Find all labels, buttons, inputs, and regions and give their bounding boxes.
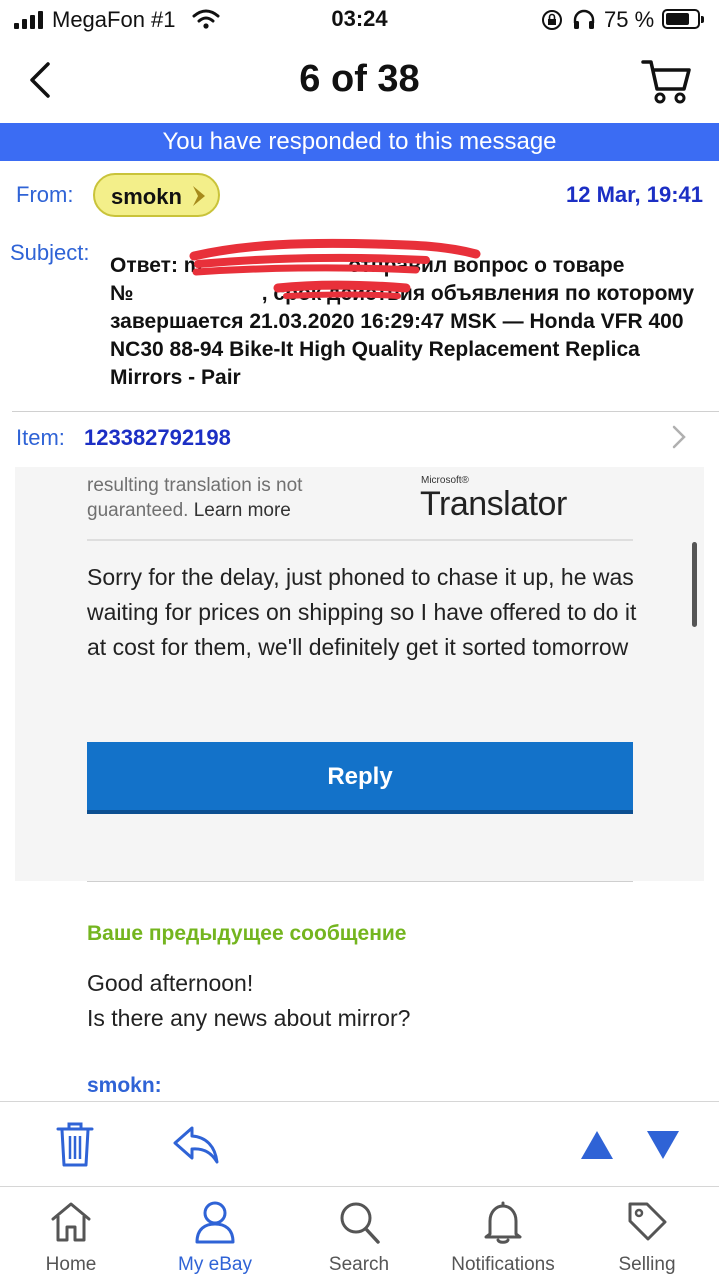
tab-selling[interactable]: Selling (582, 1187, 712, 1280)
bell-icon (484, 1201, 522, 1244)
headphones-icon (573, 9, 595, 29)
search-icon (340, 1202, 380, 1244)
scrollbar[interactable] (692, 542, 697, 627)
tab-bar: Home My eBay Search Notifications Sellin… (0, 1186, 719, 1280)
battery-percent: 75 % (604, 7, 655, 32)
subject-label: Subject: (10, 240, 90, 265)
chevron-right-icon (193, 186, 205, 206)
tab-search[interactable]: Search (294, 1187, 424, 1280)
cart-icon[interactable] (640, 56, 692, 106)
previous-message-body: Good afternoon! Is there any news about … (87, 966, 647, 1036)
responded-banner: You have responded to this message (0, 123, 719, 161)
tab-my-ebay[interactable]: My eBay (150, 1187, 280, 1280)
message-panel (15, 467, 704, 881)
home-icon (51, 1202, 91, 1242)
sender-button[interactable]: smokn (93, 173, 220, 217)
translator-logo: Translator (420, 485, 567, 523)
person-icon (195, 1201, 235, 1244)
previous-message-line: Is there any news about mirror? (87, 1005, 411, 1031)
tab-label: Search (328, 1254, 390, 1275)
message-toolbar (0, 1101, 719, 1186)
learn-more-link[interactable]: Learn more (194, 500, 291, 521)
message-body: Sorry for the delay, just phoned to chas… (87, 564, 637, 660)
quoted-sender: smokn: (87, 1074, 162, 1097)
message-date: 12 Mar, 19:41 (566, 182, 703, 207)
nav-bar: 6 of 38 (0, 40, 719, 122)
divider (87, 539, 633, 541)
tab-notifications[interactable]: Notifications (438, 1187, 568, 1280)
from-label: From: (16, 182, 74, 207)
page-title: 6 of 38 (299, 58, 420, 100)
previous-message-arrow-icon[interactable] (580, 1130, 614, 1160)
tag-icon (628, 1202, 667, 1241)
divider (87, 881, 633, 882)
redaction-scribble (189, 238, 481, 299)
sender-name: smokn (111, 184, 182, 209)
tab-label: Home (45, 1254, 97, 1275)
status-bar: MegaFon #1 03:24 75 % (0, 0, 719, 40)
tab-label: Selling (618, 1254, 676, 1275)
rotation-lock-icon (542, 10, 562, 30)
item-number-link[interactable]: 123382792198 (84, 425, 231, 451)
translation-disclaimer: resulting translation is not guaranteed.… (87, 473, 347, 523)
previous-message-heading: Ваше предыдущее сообщение (87, 922, 407, 945)
reply-icon[interactable] (172, 1122, 220, 1166)
tab-label: My eBay (178, 1254, 252, 1275)
previous-message-line: Good afternoon! (87, 970, 254, 996)
reply-button[interactable]: Reply (87, 742, 633, 814)
tab-home[interactable]: Home (6, 1187, 136, 1280)
trash-icon[interactable] (54, 1120, 96, 1168)
chevron-right-icon[interactable] (670, 424, 688, 450)
tab-label: Notifications (451, 1254, 555, 1275)
item-label: Item: (16, 425, 65, 450)
divider (12, 411, 719, 412)
battery-icon (662, 9, 704, 29)
next-message-arrow-icon[interactable] (646, 1130, 680, 1160)
